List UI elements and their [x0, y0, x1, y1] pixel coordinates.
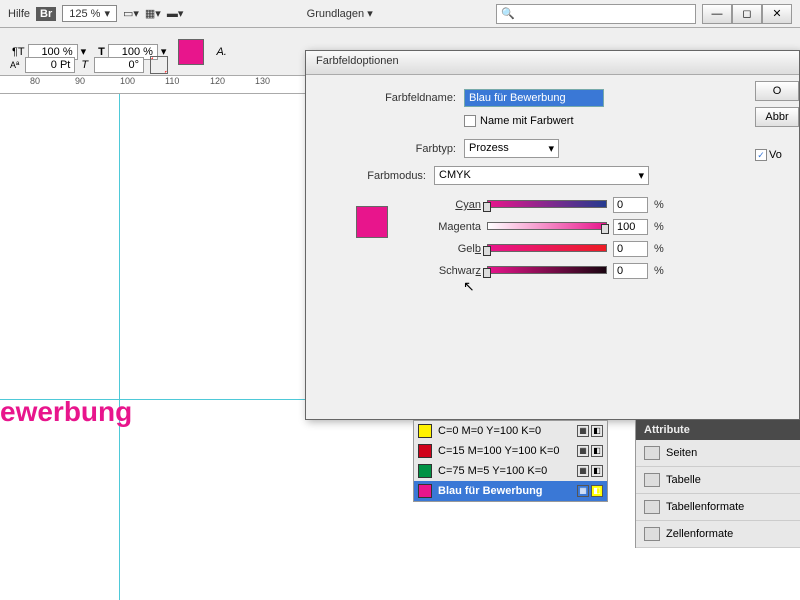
panel-item-table[interactable]: Tabelle [636, 467, 800, 494]
swatch-row[interactable]: C=0 M=0 Y=100 K=0▦◧ [414, 421, 607, 441]
maximize-button[interactable]: ◻ [732, 4, 762, 24]
magenta-value-field[interactable]: 100 [613, 219, 648, 235]
black-value-field[interactable]: 0 [613, 263, 648, 279]
view-icon-3[interactable]: ▬▾ [167, 7, 184, 20]
help-menu[interactable]: Hilfe [8, 8, 30, 20]
color-type-label: Farbtyp: [356, 143, 456, 155]
minimize-button[interactable]: — [702, 4, 732, 24]
stroke-swatch[interactable] [150, 56, 168, 74]
bridge-icon[interactable]: Br [36, 7, 56, 21]
top-menubar: Hilfe Br 125 %▾ ▭▾ ▦▾ ▬▾ Grundlagen ▾ 🔍 … [0, 0, 800, 28]
swatch-row[interactable]: C=15 M=100 Y=100 K=0▦◧ [414, 441, 607, 461]
cellformat-icon [644, 527, 660, 541]
swatch-row-selected[interactable]: Blau für Bewerbung▦◧ [414, 481, 607, 501]
skew-field[interactable]: 0° [94, 57, 144, 73]
cyan-label: Cyan [426, 199, 481, 211]
cyan-value-field[interactable]: 0 [613, 197, 648, 213]
black-label: Schwarz [426, 265, 481, 277]
ok-button[interactable]: O [755, 81, 799, 101]
panel-item-cellformats[interactable]: Zellenformate [636, 521, 800, 548]
color-mode-select[interactable]: CMYK▾ [434, 166, 649, 185]
swatch-name-field[interactable]: Blau für Bewerbung [464, 89, 604, 107]
swatches-panel: C=0 M=0 Y=100 K=0▦◧ C=15 M=100 Y=100 K=0… [413, 420, 608, 502]
close-button[interactable]: ✕ [762, 4, 792, 24]
magenta-slider[interactable] [487, 222, 607, 232]
cyan-slider[interactable] [487, 200, 607, 210]
panel-item-pages[interactable]: Seiten [636, 440, 800, 467]
fill-swatch[interactable] [178, 39, 204, 65]
panel-item-tableformats[interactable]: Tabellenformate [636, 494, 800, 521]
skew-icon: T [81, 59, 88, 71]
swatch-name-label: Farbfeldname: [356, 92, 456, 104]
text-frame-content[interactable]: ewerbung [0, 396, 132, 428]
tableformat-icon [644, 500, 660, 514]
cancel-button[interactable]: Abbr [755, 107, 799, 127]
char-style-icon[interactable]: A. [216, 46, 226, 58]
color-type-select[interactable]: Prozess▾ [464, 139, 559, 158]
baseline-icon: Aª [10, 60, 19, 70]
panel-header-attribute[interactable]: Attribute [636, 420, 800, 440]
magenta-label: Magenta [426, 221, 481, 233]
side-panels: Attribute Seiten Tabelle Tabellenformate… [635, 420, 800, 548]
table-icon [644, 473, 660, 487]
swatch-options-dialog: Farbfeldoptionen Farbfeldname: Blau für … [305, 50, 800, 420]
zoom-field[interactable]: 125 %▾ [62, 5, 117, 22]
black-slider[interactable] [487, 266, 607, 276]
view-icon-2[interactable]: ▦▾ [145, 7, 161, 20]
workspace-switcher[interactable]: Grundlagen ▾ [307, 7, 373, 20]
baseline-field[interactable]: 0 Pt [25, 57, 75, 73]
pages-icon [644, 446, 660, 460]
dialog-title: Farbfeldoptionen [306, 51, 799, 75]
name-with-color-checkbox[interactable]: Name mit Farbwert [464, 115, 779, 127]
yellow-value-field[interactable]: 0 [613, 241, 648, 257]
preview-checkbox[interactable]: ✓ [755, 149, 767, 161]
swatch-row[interactable]: C=75 M=5 Y=100 K=0▦◧ [414, 461, 607, 481]
view-icon-1[interactable]: ▭▾ [123, 7, 139, 20]
yellow-label: Gelb [426, 243, 481, 255]
search-input[interactable]: 🔍 [496, 4, 696, 24]
color-preview-swatch [356, 206, 388, 238]
color-mode-label: Farbmodus: [356, 170, 426, 182]
yellow-slider[interactable] [487, 244, 607, 254]
